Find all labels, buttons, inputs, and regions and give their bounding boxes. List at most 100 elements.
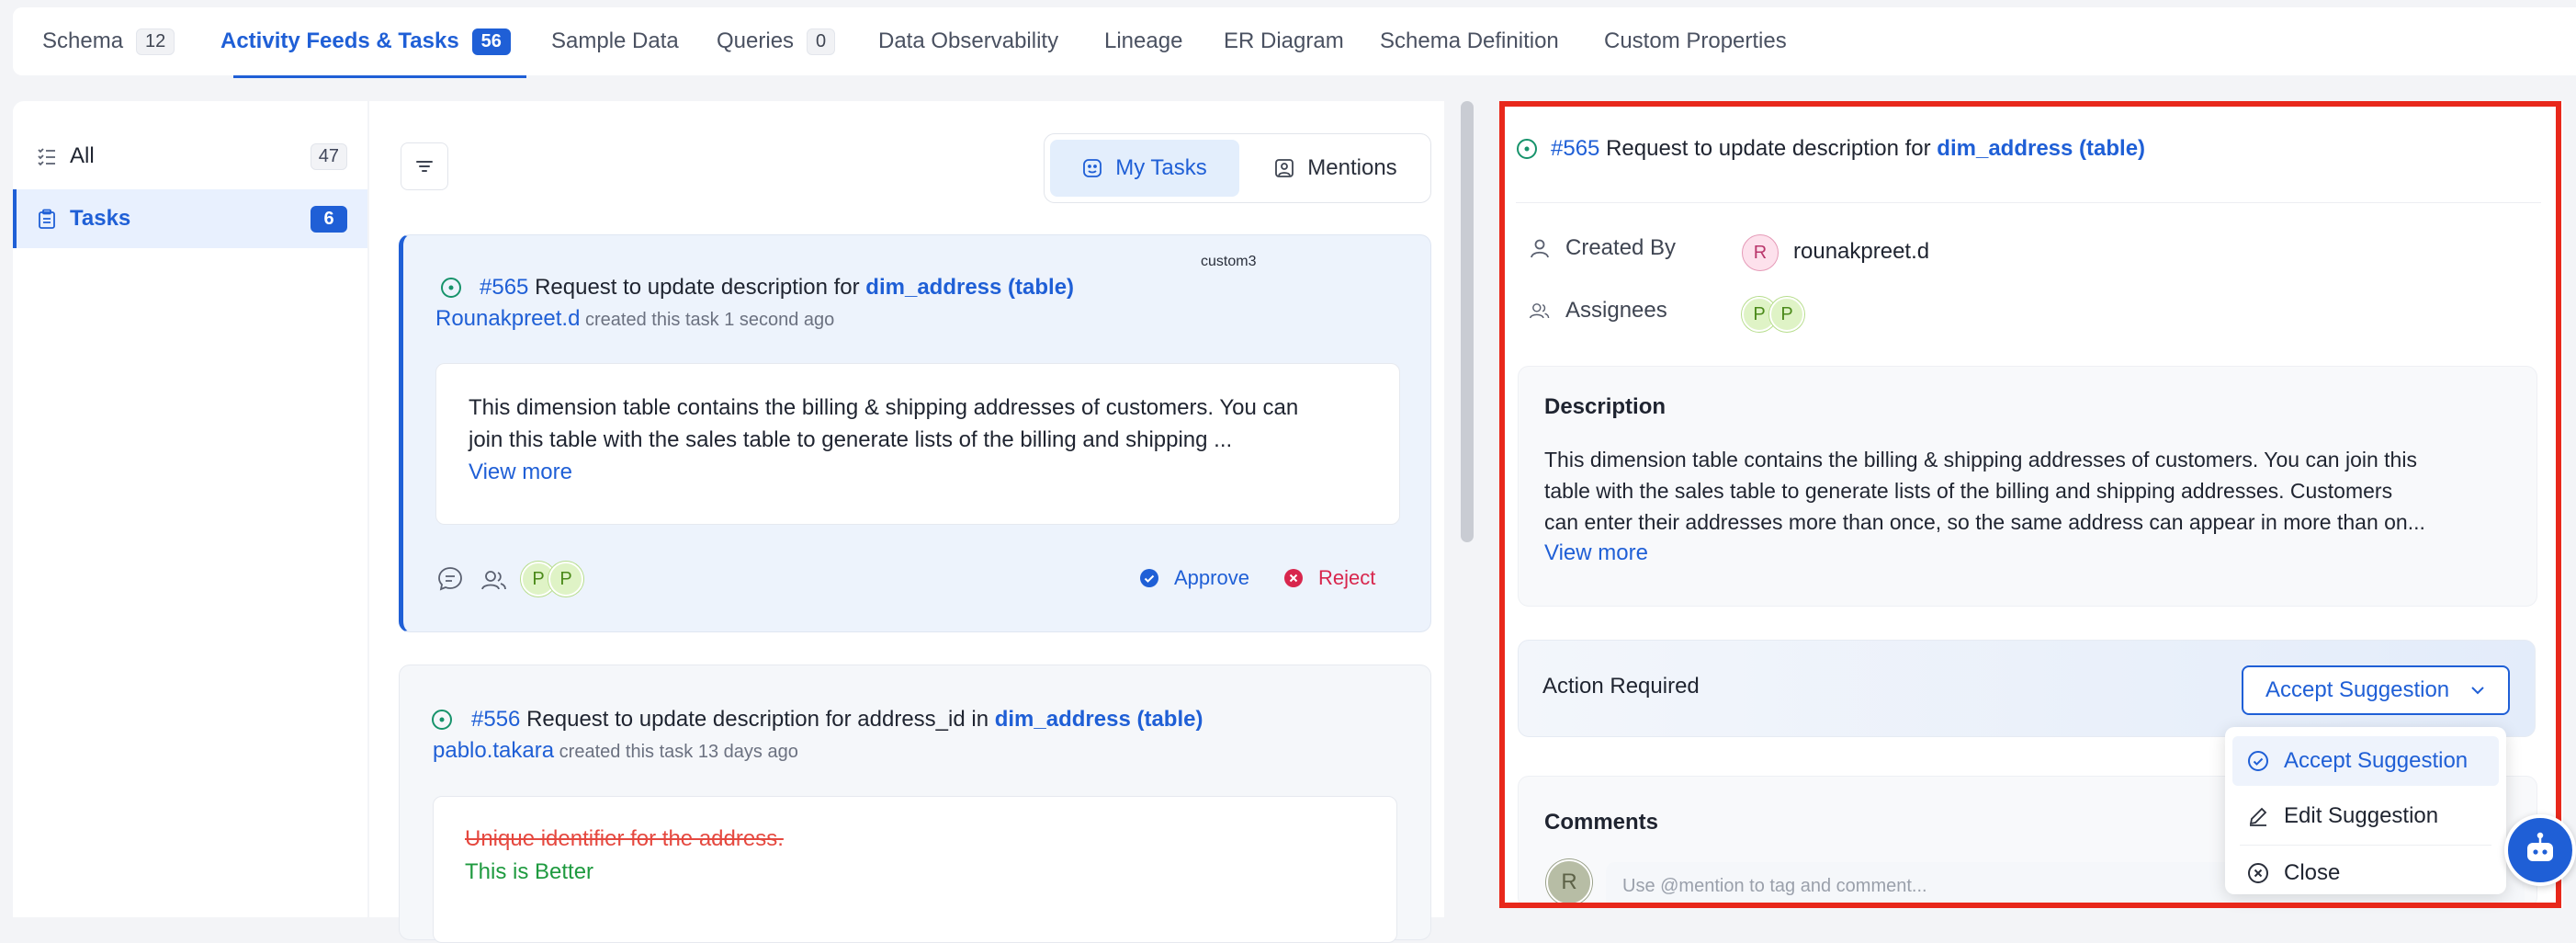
task-author-link[interactable]: pablo.takara <box>433 738 554 763</box>
entity-link[interactable]: dim_address (table) <box>1937 136 2145 161</box>
task-number: #556 <box>471 707 521 732</box>
tab-label: Lineage <box>1104 28 1183 53</box>
task-title[interactable]: #556 Request to update description for a… <box>471 707 1203 733</box>
divider <box>1516 202 2541 203</box>
entity-link[interactable]: dim_address (table) <box>995 707 1203 732</box>
divider <box>2240 845 2491 846</box>
tab-label: Custom Properties <box>1604 28 1787 53</box>
commenter-avatar: R <box>1546 859 1592 905</box>
tab-label: Sample Data <box>551 28 679 53</box>
check-circle-outline-icon <box>2248 751 2268 771</box>
tab-bar: Schema 12 Activity Feeds & Tasks 56 Samp… <box>13 7 2576 78</box>
task-description-box: This dimension table contains the billin… <box>435 363 1400 525</box>
tab-er-diagram[interactable]: ER Diagram <box>1224 7 1344 75</box>
comments-title: Comments <box>1544 810 1659 835</box>
tab-label: Data Observability <box>878 28 1059 53</box>
chevron-down-icon <box>2471 687 2484 695</box>
task-diff: Unique identifier for the address. This … <box>465 823 784 889</box>
comment-icon[interactable] <box>435 564 465 594</box>
task-title-text: Request to update description for <box>535 275 860 300</box>
tab-data-observability[interactable]: Data Observability <box>878 7 1058 75</box>
tab-count: 0 <box>807 28 836 55</box>
user-icon <box>1531 239 1549 258</box>
description-line: table with the sales table to generate l… <box>1544 479 2393 503</box>
menu-item-edit-suggestion[interactable]: Edit Suggestion <box>2232 791 2499 841</box>
tab-sample-data[interactable]: Sample Data <box>551 7 679 75</box>
tab-label: Schema Definition <box>1380 28 1559 53</box>
task-view-toggle: My Tasks Mentions <box>1044 133 1431 203</box>
accept-suggestion-dropdown[interactable]: Accept Suggestion <box>2242 665 2510 715</box>
active-tab-indicator <box>233 75 526 78</box>
menu-item-label: Close <box>2284 860 2341 885</box>
assignees-icon <box>1529 303 1550 319</box>
menu-item-close[interactable]: Close <box>2232 848 2499 898</box>
tab-schema-definition[interactable]: Schema Definition <box>1380 7 1559 75</box>
created-by-label: Created By <box>1529 235 1676 261</box>
tab-queries[interactable]: Queries 0 <box>717 7 836 75</box>
view-more-link[interactable]: View more <box>469 456 1298 488</box>
approve-button[interactable]: Approve <box>1139 566 1249 590</box>
description-line: join this table with the sales table to … <box>469 427 1233 452</box>
sidebar-item-tasks[interactable]: Tasks 6 <box>13 189 367 248</box>
menu-item-label: Accept Suggestion <box>2284 748 2469 773</box>
close-circle-icon <box>1284 569 1303 587</box>
reject-button[interactable]: Reject <box>1283 566 1375 590</box>
open-task-icon <box>441 278 461 298</box>
assignees-text: Assignees <box>1565 298 1667 323</box>
description-body: This dimension table contains the billin… <box>1544 444 2425 569</box>
task-number: #565 <box>1551 136 1600 161</box>
mentions-toggle[interactable]: Mentions <box>1247 140 1425 197</box>
filter-button[interactable] <box>401 142 448 190</box>
chat-bot-button[interactable] <box>2504 814 2576 886</box>
sidebar-item-all[interactable]: All 47 <box>13 127 367 186</box>
tab-activity-feeds[interactable]: Activity Feeds & Tasks 56 <box>220 7 511 75</box>
tab-lineage[interactable]: Lineage <box>1104 7 1182 75</box>
assignee-avatar[interactable]: P <box>1769 297 1804 332</box>
assignee-avatar[interactable]: P <box>548 562 583 596</box>
user-square-icon <box>1275 159 1294 177</box>
sidebar-item-label: All <box>70 143 95 168</box>
task-created-text: created this task 1 second ago <box>585 310 835 330</box>
task-created-text: created this task 13 days ago <box>559 742 798 762</box>
open-task-icon <box>432 710 452 730</box>
created-by-text: Created By <box>1565 235 1677 260</box>
description-line: This dimension table contains the billin… <box>469 395 1299 420</box>
assignees-label: Assignees <box>1529 298 1667 324</box>
sidebar-item-count: 47 <box>310 142 347 170</box>
creator-name[interactable]: rounakpreet.d <box>1793 239 1929 265</box>
task-title[interactable]: #565 Request to update description for d… <box>480 275 1074 301</box>
task-card[interactable]: #556 Request to update description for a… <box>399 665 1431 943</box>
task-tag: custom3 <box>1201 254 1257 269</box>
creator-avatar[interactable]: R <box>1742 234 1779 271</box>
tab-label: Queries <box>717 28 795 53</box>
mentions-label: Mentions <box>1307 155 1397 180</box>
menu-item-label: Edit Suggestion <box>2284 803 2439 828</box>
view-more-link[interactable]: View more <box>1544 538 2425 569</box>
action-dropdown-menu: Accept Suggestion Edit Suggestion Close <box>2225 727 2506 894</box>
feed-filter-sidebar: All 47 Tasks 6 <box>13 101 367 917</box>
task-card[interactable]: #565 Request to update description for d… <box>399 234 1431 632</box>
task-title-text: Request to update description for addres… <box>526 707 989 732</box>
open-task-icon <box>1517 139 1537 159</box>
my-tasks-label: My Tasks <box>1115 155 1207 180</box>
task-title-text: Request to update description for <box>1606 136 1931 161</box>
check-circle-icon <box>1140 569 1158 587</box>
list-icon <box>38 148 55 166</box>
tab-label: Activity Feeds & Tasks <box>220 28 459 53</box>
sidebar-item-count: 6 <box>311 205 347 233</box>
tab-label: ER Diagram <box>1224 28 1344 53</box>
removed-text: Unique identifier for the address. <box>465 826 784 851</box>
action-required-label: Action Required <box>1542 674 1700 699</box>
my-tasks-toggle[interactable]: My Tasks <box>1050 140 1239 197</box>
tab-count: 56 <box>471 28 511 55</box>
feed-scrollbar[interactable] <box>1461 101 1474 542</box>
task-author-link[interactable]: Rounakpreet.d <box>435 306 580 331</box>
close-circle-outline-icon <box>2248 863 2268 883</box>
approve-label: Approve <box>1174 566 1249 589</box>
tab-custom-properties[interactable]: Custom Properties <box>1604 7 1787 75</box>
tab-schema[interactable]: Schema 12 <box>42 7 175 75</box>
menu-item-accept-suggestion[interactable]: Accept Suggestion <box>2232 736 2499 786</box>
face-icon <box>1083 159 1102 177</box>
entity-link[interactable]: dim_address (table) <box>865 275 1074 300</box>
pencil-icon <box>2249 807 2267 826</box>
